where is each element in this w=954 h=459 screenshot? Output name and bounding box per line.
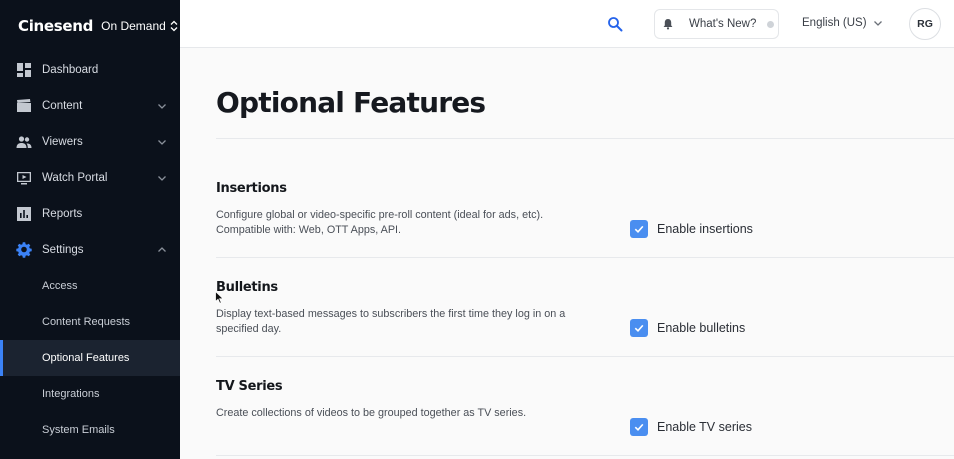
checkbox-label: Enable insertions — [657, 222, 753, 236]
main-content: Optional Features Insertions Configure g… — [180, 48, 954, 459]
checkbox-label: Enable TV series — [657, 420, 752, 434]
cinesend-logo[interactable]: Cinesend — [18, 17, 93, 35]
sidebar-item-watch-portal[interactable]: Watch Portal — [0, 160, 180, 196]
feature-section-tv-series: TV Series Create collections of videos t… — [216, 357, 954, 456]
checkmark-icon — [634, 225, 644, 233]
sidebar-item-viewers[interactable]: Viewers — [0, 124, 180, 160]
enable-insertions-checkbox[interactable]: Enable insertions — [630, 220, 753, 238]
whats-new-button[interactable]: What's New? — [654, 9, 779, 39]
monitor-play-icon — [16, 170, 32, 186]
sidebar-subitem-content-requests[interactable]: Content Requests — [0, 304, 180, 340]
chevron-down-icon — [873, 21, 882, 26]
checkbox-checked[interactable] — [630, 418, 648, 436]
product-switcher[interactable]: On Demand — [101, 19, 178, 33]
sidebar-subitem-integrations[interactable]: Integrations — [0, 376, 180, 412]
enable-tv-series-checkbox[interactable]: Enable TV series — [630, 418, 752, 436]
feature-section-insertions: Insertions Configure global or video-spe… — [216, 159, 954, 258]
checkmark-icon — [634, 423, 644, 431]
section-description: Create collections of videos to be group… — [216, 407, 527, 419]
people-icon — [16, 134, 32, 150]
page-title: Optional Features — [216, 86, 486, 119]
gear-icon — [16, 242, 32, 258]
sidebar-item-label: Content — [42, 100, 83, 112]
checkbox-checked[interactable] — [630, 220, 648, 238]
chevron-down-icon — [158, 176, 166, 181]
sidebar-item-label: Dashboard — [42, 64, 99, 76]
topbar: What's New? English (US) RG — [180, 0, 954, 48]
sidebar-item-reports[interactable]: Reports — [0, 196, 180, 232]
sidebar-subitem-system-emails[interactable]: System Emails — [0, 412, 180, 448]
up-down-chevron-icon — [170, 20, 178, 32]
notification-dot — [767, 20, 775, 28]
enable-bulletins-checkbox[interactable]: Enable bulletins — [630, 319, 745, 337]
bar-chart-icon — [16, 206, 32, 222]
clapperboard-icon — [16, 98, 32, 114]
sidebar: Cinesend On Demand Dashboard Content Vie… — [0, 0, 180, 459]
checkmark-icon — [634, 324, 644, 332]
bell-icon — [663, 19, 673, 30]
checkbox-label: Enable bulletins — [657, 321, 746, 335]
feature-section-bulletins: Bulletins Display text-based messages to… — [216, 258, 954, 357]
section-description: Display text-based messages to subscribe… — [216, 308, 566, 335]
sidebar-item-label: Settings — [42, 244, 84, 256]
sidebar-item-label: Viewers — [42, 136, 83, 148]
search-icon[interactable] — [607, 16, 623, 32]
chevron-up-icon — [158, 247, 166, 252]
language-label: English (US) — [802, 17, 867, 29]
divider — [216, 138, 954, 139]
mouse-pointer-icon — [215, 291, 224, 304]
product-switcher-label: On Demand — [101, 19, 166, 33]
language-selector[interactable]: English (US) — [802, 17, 883, 29]
sidebar-item-label: Watch Portal — [42, 172, 108, 184]
sidebar-item-label: Reports — [42, 208, 83, 220]
section-description: Configure global or video-specific pre-r… — [216, 209, 544, 236]
chevron-down-icon — [158, 140, 166, 145]
section-heading: Insertions — [216, 181, 287, 196]
sidebar-subitem-access[interactable]: Access — [0, 268, 180, 304]
sidebar-item-settings[interactable]: Settings — [0, 232, 180, 268]
chevron-down-icon — [158, 104, 166, 109]
avatar[interactable]: RG — [909, 8, 941, 40]
dashboard-icon — [16, 62, 32, 78]
sidebar-item-dashboard[interactable]: Dashboard — [0, 52, 180, 88]
checkbox-checked[interactable] — [630, 319, 648, 337]
sidebar-subitem-optional-features[interactable]: Optional Features — [0, 340, 180, 376]
section-heading: Bulletins — [216, 280, 278, 295]
brand-header: Cinesend On Demand — [0, 0, 180, 52]
sidebar-item-content[interactable]: Content — [0, 88, 180, 124]
whats-new-label: What's New? — [689, 18, 757, 30]
section-heading: TV Series — [216, 379, 283, 394]
